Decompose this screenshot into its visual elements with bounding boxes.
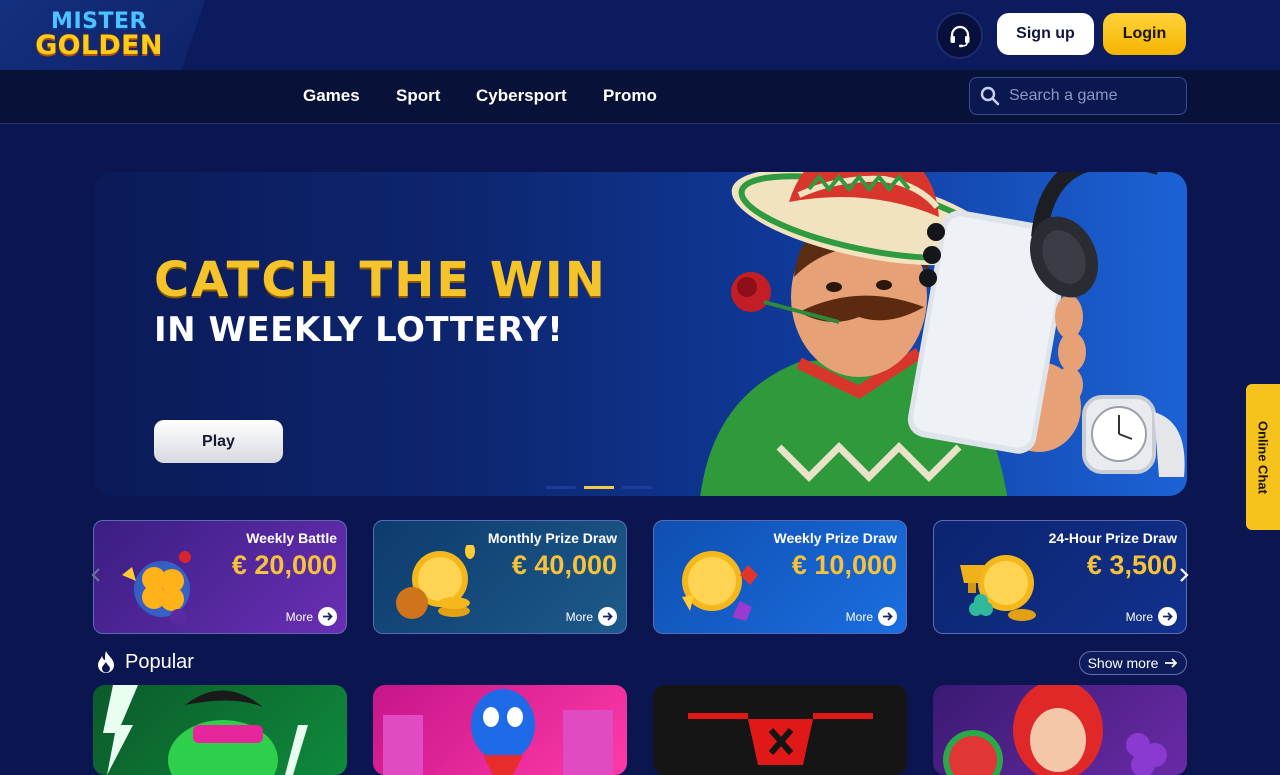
game-tile[interactable] [653, 685, 907, 775]
online-chat-tab[interactable]: Online Chat [1246, 384, 1280, 530]
headset-icon [950, 25, 969, 47]
promo-title: Monthly Prize Draw [487, 530, 617, 546]
hero-illustration [700, 172, 1185, 496]
promo-amount: € 20,000 [231, 550, 337, 580]
hero-title: CATCH THE WIN [154, 252, 607, 308]
popular-title-label: Popular [125, 650, 194, 673]
promo-more-label: More [285, 609, 313, 624]
game-thumbnail [383, 689, 613, 775]
promo-next-button[interactable] [1176, 565, 1192, 585]
nav-item-sport[interactable]: Sport [396, 86, 440, 106]
game-tile[interactable] [933, 685, 1187, 775]
arrow-right-icon [878, 607, 897, 626]
arrow-right-icon [318, 607, 337, 626]
promo-more-label: More [845, 609, 873, 624]
promo-amount: € 10,000 [791, 550, 897, 580]
promo-amount: € 40,000 [511, 550, 617, 580]
popular-section-title: Popular [95, 650, 194, 674]
promo-title: Weekly Prize Draw [773, 530, 897, 546]
hero-banner[interactable]: CATCH THE WIN IN WEEKLY LOTTERY! Play [94, 172, 1187, 496]
carousel-dot-active[interactable] [584, 486, 614, 489]
clover-icon [122, 551, 191, 625]
promo-title: Weekly Battle [246, 530, 337, 546]
online-chat-label: Online Chat [1255, 420, 1271, 494]
search-input[interactable] [1009, 87, 1179, 105]
hero-subtitle: IN WEEKLY LOTTERY! [154, 310, 564, 350]
promo-more-label: More [565, 609, 593, 624]
login-button[interactable]: Login [1103, 13, 1186, 55]
game-thumbnail [943, 685, 1167, 775]
game-tile[interactable] [373, 685, 627, 775]
signup-button[interactable]: Sign up [997, 13, 1094, 55]
main-nav: Games Sport Cybersport Promo [0, 70, 1280, 124]
promo-title: 24-Hour Prize Draw [1048, 530, 1177, 546]
promo-more-label: More [1125, 609, 1153, 624]
game-tile[interactable] [93, 685, 347, 775]
promo-prev-button[interactable] [88, 565, 104, 585]
promo-more-link[interactable]: More [1126, 607, 1177, 626]
logo[interactable]: MISTER GOLDEN [34, 8, 164, 62]
arrow-right-icon [598, 607, 617, 626]
promo-more-link[interactable]: More [286, 607, 337, 626]
promo-card-weekly-prize-draw[interactable]: Weekly Prize Draw € 10,000 More [653, 520, 907, 634]
carousel-dots [546, 486, 652, 489]
arrow-right-icon [1165, 658, 1178, 668]
logo-line-2: GOLDEN [35, 29, 163, 61]
nav-item-games[interactable]: Games [303, 86, 360, 106]
game-thumbnail [688, 713, 873, 765]
promo-card-24-hour-prize-draw[interactable]: 24-Hour Prize Draw € 3,500 More [933, 520, 1187, 634]
hero-play-button[interactable]: Play [154, 420, 283, 463]
game-thumbnail [103, 685, 308, 775]
gold-coin-gems-icon [682, 551, 758, 621]
nav-item-cybersport[interactable]: Cybersport [476, 86, 567, 106]
fire-icon [98, 651, 114, 673]
search-icon [980, 86, 1000, 106]
trophy-coin-icon [960, 555, 1036, 621]
search-box[interactable] [969, 77, 1187, 115]
gold-coins-icon [396, 545, 475, 619]
arrow-right-icon [1158, 607, 1177, 626]
promo-more-link[interactable]: More [846, 607, 897, 626]
chevron-right-icon [1180, 568, 1189, 582]
nav-item-promo[interactable]: Promo [603, 86, 657, 106]
promo-amount: € 3,500 [1086, 550, 1177, 580]
carousel-dot[interactable] [546, 486, 576, 489]
top-bar: MISTER GOLDEN Sign up Login [0, 0, 1280, 73]
carousel-dot[interactable] [622, 486, 652, 489]
chevron-left-icon [91, 568, 100, 582]
show-more-label: Show more [1087, 655, 1159, 671]
promo-card-monthly-prize-draw[interactable]: Monthly Prize Draw € 40,000 More [373, 520, 627, 634]
show-more-button[interactable]: Show more [1079, 651, 1187, 675]
promo-card-weekly-battle[interactable]: Weekly Battle € 20,000 More [93, 520, 347, 634]
promo-more-link[interactable]: More [566, 607, 617, 626]
support-button[interactable] [936, 12, 983, 59]
